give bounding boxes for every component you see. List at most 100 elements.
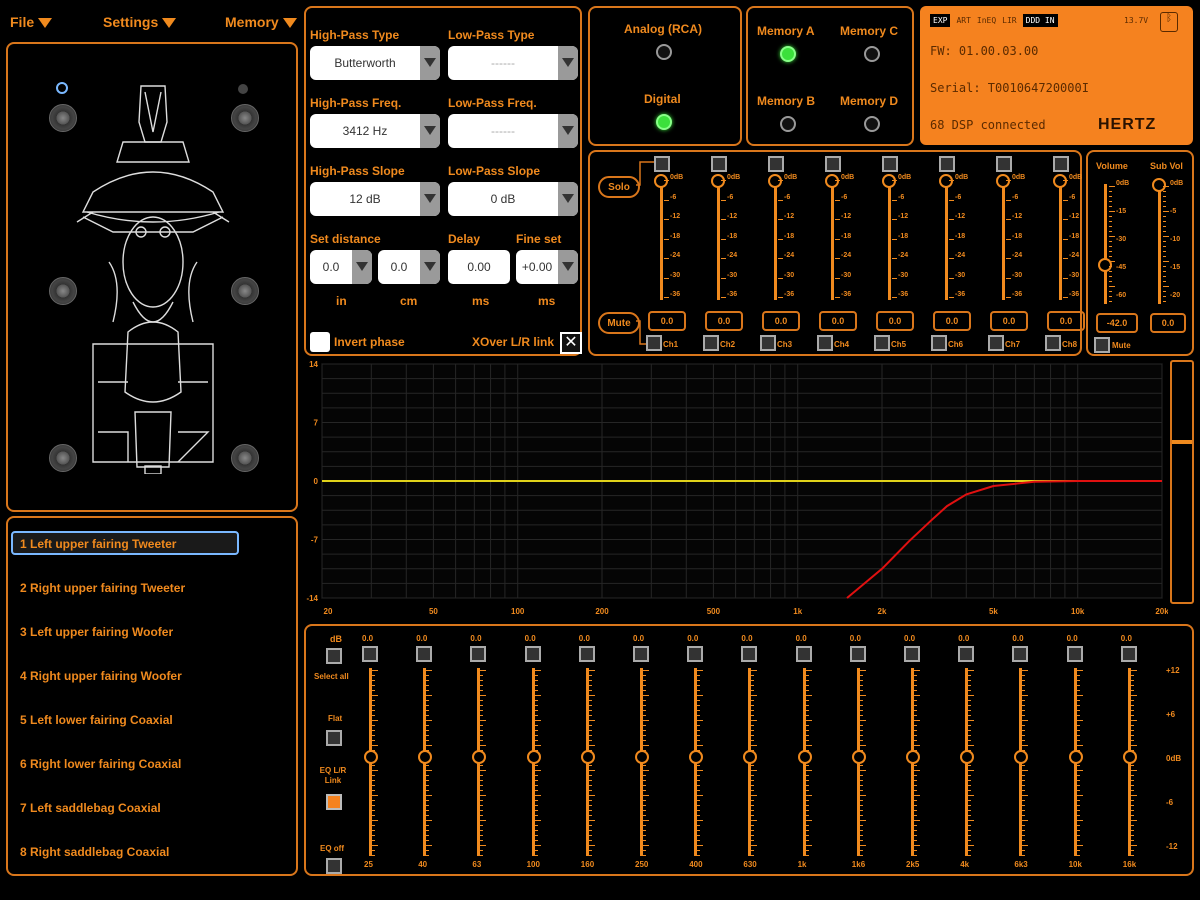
fader-knob[interactable] — [882, 174, 896, 188]
band-checkbox[interactable] — [1120, 646, 1137, 662]
select-all-checkbox[interactable] — [326, 648, 342, 664]
fader-knob[interactable] — [1152, 178, 1166, 192]
band-checkbox[interactable] — [687, 646, 704, 662]
band-checkbox[interactable] — [741, 646, 758, 662]
band-checkbox[interactable] — [470, 646, 487, 662]
band-slider-knob[interactable] — [906, 750, 920, 764]
fader-knob[interactable] — [768, 174, 782, 188]
band-checkbox[interactable] — [524, 646, 541, 662]
speaker-icon-ch2[interactable] — [231, 104, 259, 132]
channel-level-value[interactable]: 0.0 — [648, 311, 686, 331]
list-item[interactable]: 7 Left saddlebag Coaxial — [20, 801, 161, 815]
solo-checkbox[interactable] — [1053, 156, 1069, 172]
analog-led[interactable] — [656, 44, 672, 60]
band-slider-knob[interactable] — [472, 750, 487, 764]
mute-checkbox[interactable] — [931, 335, 947, 351]
invert-phase-checkbox[interactable] — [310, 332, 330, 352]
band-slider-knob[interactable] — [960, 750, 975, 764]
channel-level-value[interactable]: 0.0 — [876, 311, 914, 331]
fader-knob[interactable] — [654, 174, 668, 188]
band-checkbox[interactable] — [1012, 646, 1029, 662]
band-slider-knob[interactable] — [580, 750, 595, 764]
lp-slope-dropdown[interactable]: 0 dB — [448, 182, 578, 216]
lp-type-dropdown[interactable]: ------ — [448, 46, 578, 80]
xover-link-checkbox[interactable]: ✕ — [560, 332, 582, 354]
solo-checkbox[interactable] — [654, 156, 670, 172]
mute-checkbox[interactable] — [874, 335, 890, 351]
channel-level-value[interactable]: 0.0 — [819, 311, 857, 331]
mute-checkbox[interactable] — [703, 335, 719, 351]
hp-type-dropdown[interactable]: Butterworth — [310, 46, 440, 80]
list-item[interactable]: 3 Left upper fairing Woofer — [20, 625, 173, 639]
channel-level-value[interactable]: 0.0 — [1047, 311, 1085, 331]
memory-a-led[interactable] — [780, 46, 796, 62]
band-checkbox[interactable] — [904, 646, 920, 662]
band-checkbox[interactable] — [633, 646, 649, 662]
eq-off-checkbox[interactable] — [326, 858, 342, 874]
subvol-value[interactable]: 0.0 — [1150, 313, 1186, 333]
eq-lr-link-checkbox[interactable] — [326, 794, 342, 810]
band-slider-knob[interactable] — [689, 750, 704, 764]
fader-knob[interactable] — [711, 174, 725, 188]
lp-freq-dropdown[interactable]: ------ — [448, 114, 578, 148]
solo-checkbox[interactable] — [711, 156, 727, 172]
mute-checkbox[interactable] — [646, 335, 662, 351]
settings-menu[interactable]: Settings — [103, 14, 177, 30]
bluetooth-icon[interactable]: ᛒ — [1160, 12, 1178, 32]
mute-checkbox[interactable] — [1045, 335, 1061, 351]
channel-level-value[interactable]: 0.0 — [705, 311, 743, 331]
mute-checkbox[interactable] — [988, 335, 1004, 351]
solo-checkbox[interactable] — [939, 156, 955, 172]
speaker-icon-ch8[interactable] — [231, 444, 259, 472]
mute-checkbox[interactable] — [817, 335, 833, 351]
memory-c-led[interactable] — [864, 46, 880, 62]
band-slider-knob[interactable] — [851, 750, 866, 764]
band-slider-knob[interactable] — [526, 750, 541, 764]
digital-led[interactable] — [656, 114, 672, 130]
list-item[interactable]: 8 Right saddlebag Coaxial — [20, 845, 169, 859]
band-checkbox[interactable] — [795, 646, 812, 662]
list-item[interactable]: 5 Left lower fairing Coaxial — [20, 713, 173, 727]
solo-checkbox[interactable] — [996, 156, 1012, 172]
chart-scrollbar[interactable] — [1170, 360, 1194, 604]
band-checkbox[interactable] — [578, 646, 595, 662]
memory-menu[interactable]: Memory — [225, 14, 297, 30]
channel-level-value[interactable]: 0.0 — [933, 311, 971, 331]
fader-knob[interactable] — [996, 174, 1010, 188]
file-menu[interactable]: File — [10, 14, 53, 30]
mute-checkbox[interactable] — [760, 335, 776, 351]
list-item[interactable]: 6 Right lower fairing Coaxial — [20, 757, 181, 771]
band-checkbox[interactable] — [849, 646, 866, 662]
fine-set-field[interactable]: +0.00 — [516, 250, 578, 284]
solo-checkbox[interactable] — [768, 156, 784, 172]
hp-slope-dropdown[interactable]: 12 dB — [310, 182, 440, 216]
band-slider-knob[interactable] — [635, 750, 649, 764]
fader-knob[interactable] — [825, 174, 839, 188]
band-slider-knob[interactable] — [1014, 750, 1029, 764]
band-slider-knob[interactable] — [364, 750, 378, 764]
memory-d-led[interactable] — [864, 116, 880, 132]
delay-field[interactable]: 0.00 — [448, 250, 510, 284]
hp-freq-dropdown[interactable]: 3412 Hz — [310, 114, 440, 148]
band-slider-knob[interactable] — [1068, 750, 1083, 764]
flat-checkbox[interactable] — [326, 730, 342, 746]
distance-in-field[interactable]: 0.0 — [310, 250, 372, 284]
speaker-icon-ch6[interactable] — [231, 277, 259, 305]
channel-level-value[interactable]: 0.0 — [762, 311, 800, 331]
band-checkbox[interactable] — [416, 646, 433, 662]
list-item[interactable]: 2 Right upper fairing Tweeter — [20, 581, 185, 595]
memory-b-led[interactable] — [780, 116, 796, 132]
list-item[interactable]: 4 Right upper fairing Woofer — [20, 669, 182, 683]
volume-value[interactable]: -42.0 — [1096, 313, 1138, 333]
band-checkbox[interactable] — [1066, 646, 1083, 662]
fader-knob[interactable] — [939, 174, 953, 188]
chart-scrollbar-thumb[interactable] — [1172, 440, 1192, 444]
band-checkbox[interactable] — [362, 646, 378, 662]
fader-knob[interactable] — [1053, 174, 1067, 188]
channel-level-value[interactable]: 0.0 — [990, 311, 1028, 331]
band-slider-knob[interactable] — [418, 750, 433, 764]
band-checkbox[interactable] — [958, 646, 975, 662]
band-slider-knob[interactable] — [797, 750, 812, 764]
band-slider-knob[interactable] — [1122, 750, 1137, 764]
band-slider-knob[interactable] — [743, 750, 758, 764]
